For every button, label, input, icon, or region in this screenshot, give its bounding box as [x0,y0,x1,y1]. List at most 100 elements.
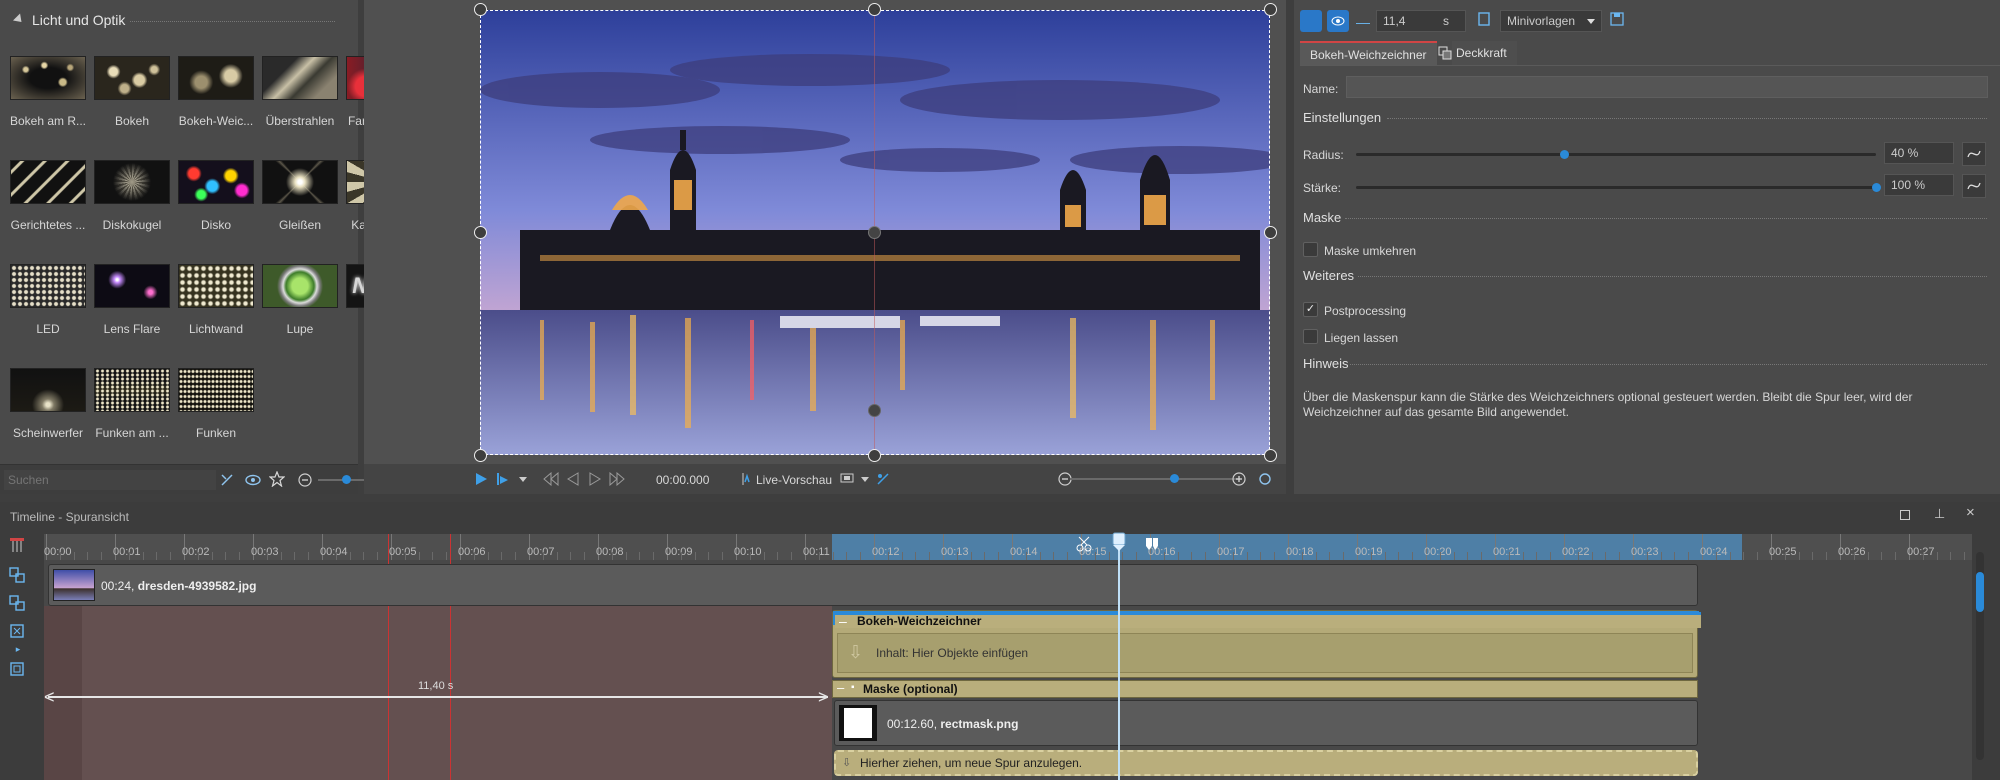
drop-zone[interactable]: ⇩ Hierher ziehen, um neue Spur anzulegen… [834,750,1698,776]
radius-curve-icon[interactable] [1962,142,1986,166]
effect-item[interactable]: Bokeh [92,56,172,128]
play-icon[interactable] [472,470,490,488]
expand-arrow-icon[interactable]: ▸ [8,644,28,654]
display-dropdown-icon[interactable] [856,470,874,488]
ruler-minor-tick [542,552,544,560]
radius-field[interactable]: 40 % [1884,142,1954,164]
category-header[interactable]: Licht und Optik [0,8,358,30]
eye-icon[interactable] [244,471,262,489]
effect-item[interactable]: Lichtwand [176,264,256,336]
collapse-minus-icon[interactable]: – [837,680,844,695]
preview-zoom-fit-icon[interactable] [1256,470,1274,488]
maximize-icon[interactable] [1900,510,1910,520]
effect-item[interactable]: LED [8,264,88,336]
play-from-icon[interactable] [494,470,512,488]
close-icon[interactable]: × [1966,504,1975,521]
playhead-handle-icon[interactable] [1110,532,1128,552]
effect-item[interactable]: Lupe [260,264,340,336]
strength-knob[interactable] [1872,183,1881,192]
ruler-minor-tick [515,552,517,560]
live-preview-icon[interactable] [738,470,756,488]
down-arrow-icon: ⇩ [842,757,852,769]
collapse-icon[interactable] [12,13,26,26]
effect-item[interactable]: Bokeh-Weic... [176,56,256,128]
group-icon[interactable] [8,594,28,614]
zoom-track-icon[interactable] [8,660,28,680]
radius-slider[interactable] [1356,153,1876,156]
effect-item[interactable]: Funken am ... [92,368,172,440]
arrow-left-icon: < [44,687,55,707]
thumb-size-knob[interactable] [342,475,351,484]
handle-left[interactable] [474,226,487,239]
handle-top-right[interactable] [1264,3,1277,16]
snap-marker-icon[interactable] [1144,536,1160,552]
mask-white-rect [844,708,872,738]
handle-bottom[interactable] [868,449,881,462]
strength-field[interactable]: 100 % [1884,174,1954,196]
copy-track-icon[interactable] [8,566,28,586]
preview-zoom-slider[interactable] [1070,478,1240,480]
search-input[interactable] [4,470,216,490]
effect-item[interactable]: Disko [176,160,256,232]
marker-tool-icon[interactable] [8,536,28,556]
fast-forward-icon[interactable] [608,470,626,488]
handle-top-left[interactable] [474,3,487,16]
effect-item[interactable]: Bokeh am R... [8,56,88,128]
timeline-ruler[interactable]: 00:00 00:01 00:02 00:03 00:04 00:05 00:06 00:07… [44,534,1972,560]
fit-track-icon[interactable] [8,622,28,642]
collapse-minus-icon[interactable]: – [839,613,847,629]
radius-knob[interactable] [1560,150,1569,159]
preview-zoom-knob[interactable] [1170,474,1179,483]
handle-center[interactable] [868,226,881,239]
postprocessing-checkbox[interactable]: ✓ [1303,302,1318,317]
handle-bottom-right[interactable] [1264,449,1277,462]
link-icon[interactable] [1300,10,1322,32]
content-slot[interactable]: ⇩ Inhalt: Hier Objekte einfügen [837,633,1693,673]
effect-item[interactable]: Überstrahlen [260,56,340,128]
timeline-vscroll-thumb[interactable] [1976,572,1984,612]
strength-slider[interactable] [1356,186,1876,189]
duration-field[interactable]: 11,4 s [1376,10,1466,32]
display-icon[interactable] [838,470,856,488]
handle-top[interactable] [868,3,881,16]
handle-right[interactable] [1264,226,1277,239]
handle-rotate[interactable] [868,404,881,417]
effect-clip[interactable]: – Bokeh-Weichzeichner ⇩ Inhalt: Hier Obj… [832,610,1701,678]
strength-curve-icon[interactable] [1962,174,1986,198]
clear-filter-icon[interactable] [218,471,236,489]
visibility-eye-icon[interactable] [1327,10,1349,32]
tab-opacity[interactable]: Deckkraft [1452,41,1517,65]
zoom-out-icon[interactable] [296,471,314,489]
live-preview-label[interactable]: Live-Vorschau [756,473,832,487]
playhead[interactable] [1118,534,1120,780]
timeline-vscroll[interactable] [1976,552,1984,760]
effect-item[interactable]: Gleißen [260,160,340,232]
effect-item[interactable]: Gerichtetes ... [8,160,88,232]
mask-clip[interactable]: 00:12.60, rectmask.png [834,700,1698,746]
save-icon[interactable] [1610,12,1624,26]
image-clip[interactable]: 00:24, dresden-4939582.jpg [48,564,1698,606]
step-forward-icon[interactable] [586,470,604,488]
effect-item[interactable]: Diskokugel [92,160,172,232]
magnifier-thumbnail [262,264,338,308]
scissors-icon[interactable] [1076,536,1092,552]
keep-checkbox[interactable] [1303,329,1318,344]
dropdown-arrow-icon[interactable] [514,470,532,488]
fullscreen-icon[interactable] [874,470,892,488]
preview-zoom-in-icon[interactable] [1230,470,1248,488]
effect-item[interactable]: Scheinwerfer [8,368,88,440]
star-icon[interactable] [268,470,286,488]
name-input[interactable] [1346,76,1988,98]
effect-item[interactable]: Funken [176,368,256,440]
templates-dropdown[interactable]: Minivorlagen [1500,10,1602,32]
divider [1387,118,1987,119]
step-back-icon[interactable] [564,470,582,488]
mask-track-header[interactable]: – ▪ Maske (optional) [832,680,1698,698]
pin-icon[interactable]: ⊥ [1934,506,1945,522]
effect-item[interactable]: Lens Flare [92,264,172,336]
tab-bokeh[interactable]: Bokeh-Weichzeichner [1300,41,1437,65]
rewind-icon[interactable] [542,470,560,488]
handle-bottom-left[interactable] [474,449,487,462]
invert-mask-checkbox[interactable] [1303,242,1318,257]
bookmark-icon[interactable] [1478,12,1490,28]
